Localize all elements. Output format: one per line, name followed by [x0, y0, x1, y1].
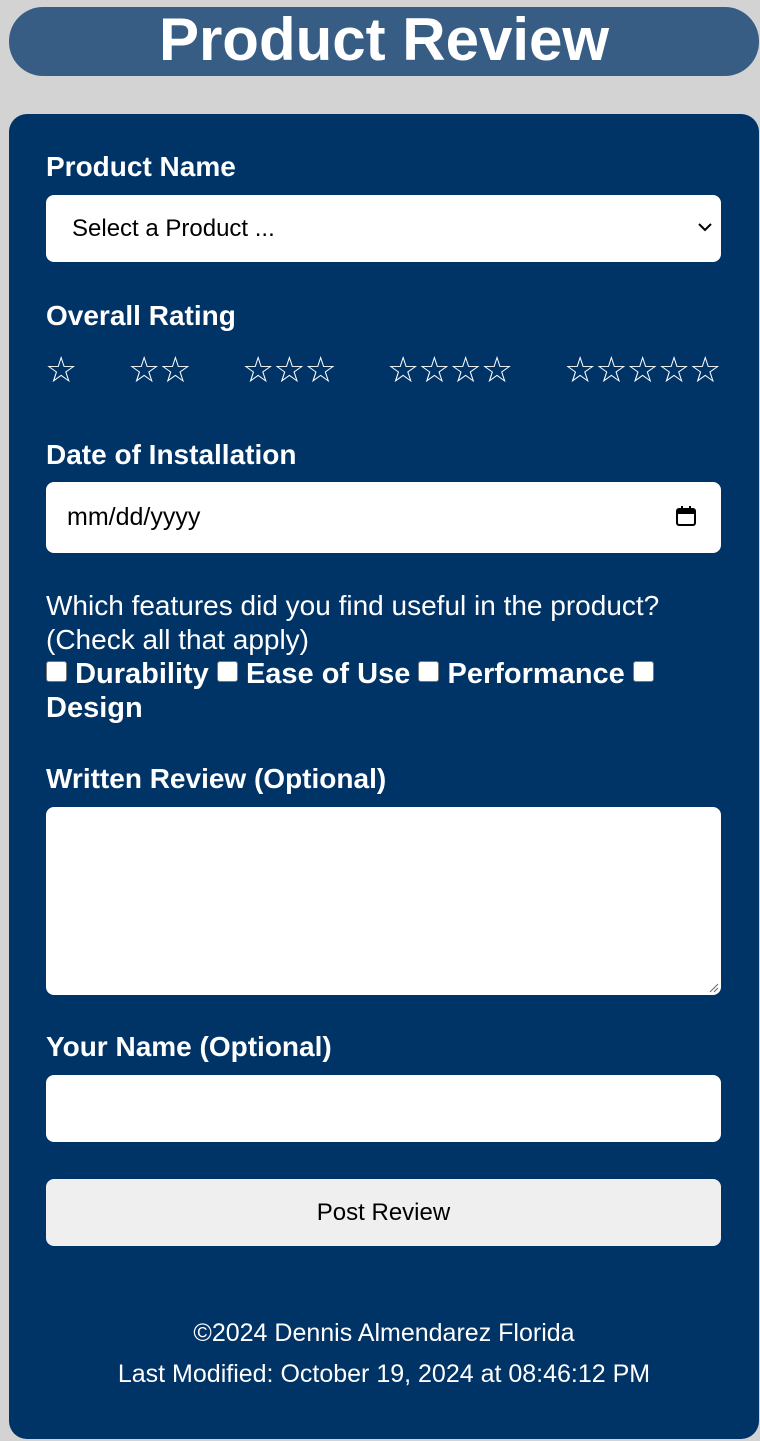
written-review-label: Written Review (Optional) [46, 763, 387, 794]
product-name-label: Product Name [46, 151, 236, 182]
review-form: Product Name Select a Product ... Overal… [9, 114, 759, 1439]
features-checklist: Durability Ease of Use Performance Desig… [46, 657, 726, 725]
date-placeholder: mm/dd/yyyy [67, 503, 201, 531]
ease-of-use-checkbox[interactable] [216, 661, 238, 682]
durability-checkbox[interactable] [46, 661, 67, 682]
design-checkbox[interactable] [632, 661, 654, 682]
product-select[interactable]: Select a Product ... [46, 195, 721, 262]
installation-date-input[interactable]: mm/dd/yyyy [46, 482, 721, 553]
your-name-input[interactable] [46, 1075, 721, 1142]
ease-of-use-label: Ease of Use [245, 658, 411, 690]
overall-rating-label: Overall Rating [46, 300, 236, 331]
post-review-button[interactable]: Post Review [46, 1179, 721, 1246]
last-modified-text: Last Modified: October 19, 2024 at 08:46… [117, 1360, 651, 1388]
performance-checkbox[interactable] [418, 661, 440, 682]
page-header: Product Review [9, 7, 759, 76]
page-title: Product Review [158, 6, 610, 73]
product-select-value: Select a Product ... [72, 215, 275, 242]
design-label: Design [46, 692, 143, 724]
written-review-textarea[interactable] [46, 807, 721, 995]
calendar-icon[interactable] [675, 505, 697, 527]
durability-label: Durability [75, 658, 209, 690]
rating-option-3-stars[interactable]: ☆☆☆ [242, 352, 337, 388]
rating-option-4-stars[interactable]: ☆☆☆☆ [387, 352, 513, 388]
rating-option-5-stars[interactable]: ☆☆☆☆☆ [564, 352, 721, 388]
rating-option-1-star[interactable]: ☆ [45, 352, 77, 388]
copyright-text: ©2024 Dennis Almendarez Florida [193, 1319, 575, 1347]
rating-option-2-stars[interactable]: ☆☆ [128, 352, 192, 388]
features-question: Which features did you find useful in th… [46, 590, 660, 655]
installation-date-label: Date of Installation [46, 439, 297, 470]
your-name-label: Your Name (Optional) [46, 1031, 332, 1062]
resize-grip-icon[interactable] [707, 981, 719, 993]
performance-label: Performance [447, 658, 625, 690]
chevron-down-icon [698, 223, 712, 232]
